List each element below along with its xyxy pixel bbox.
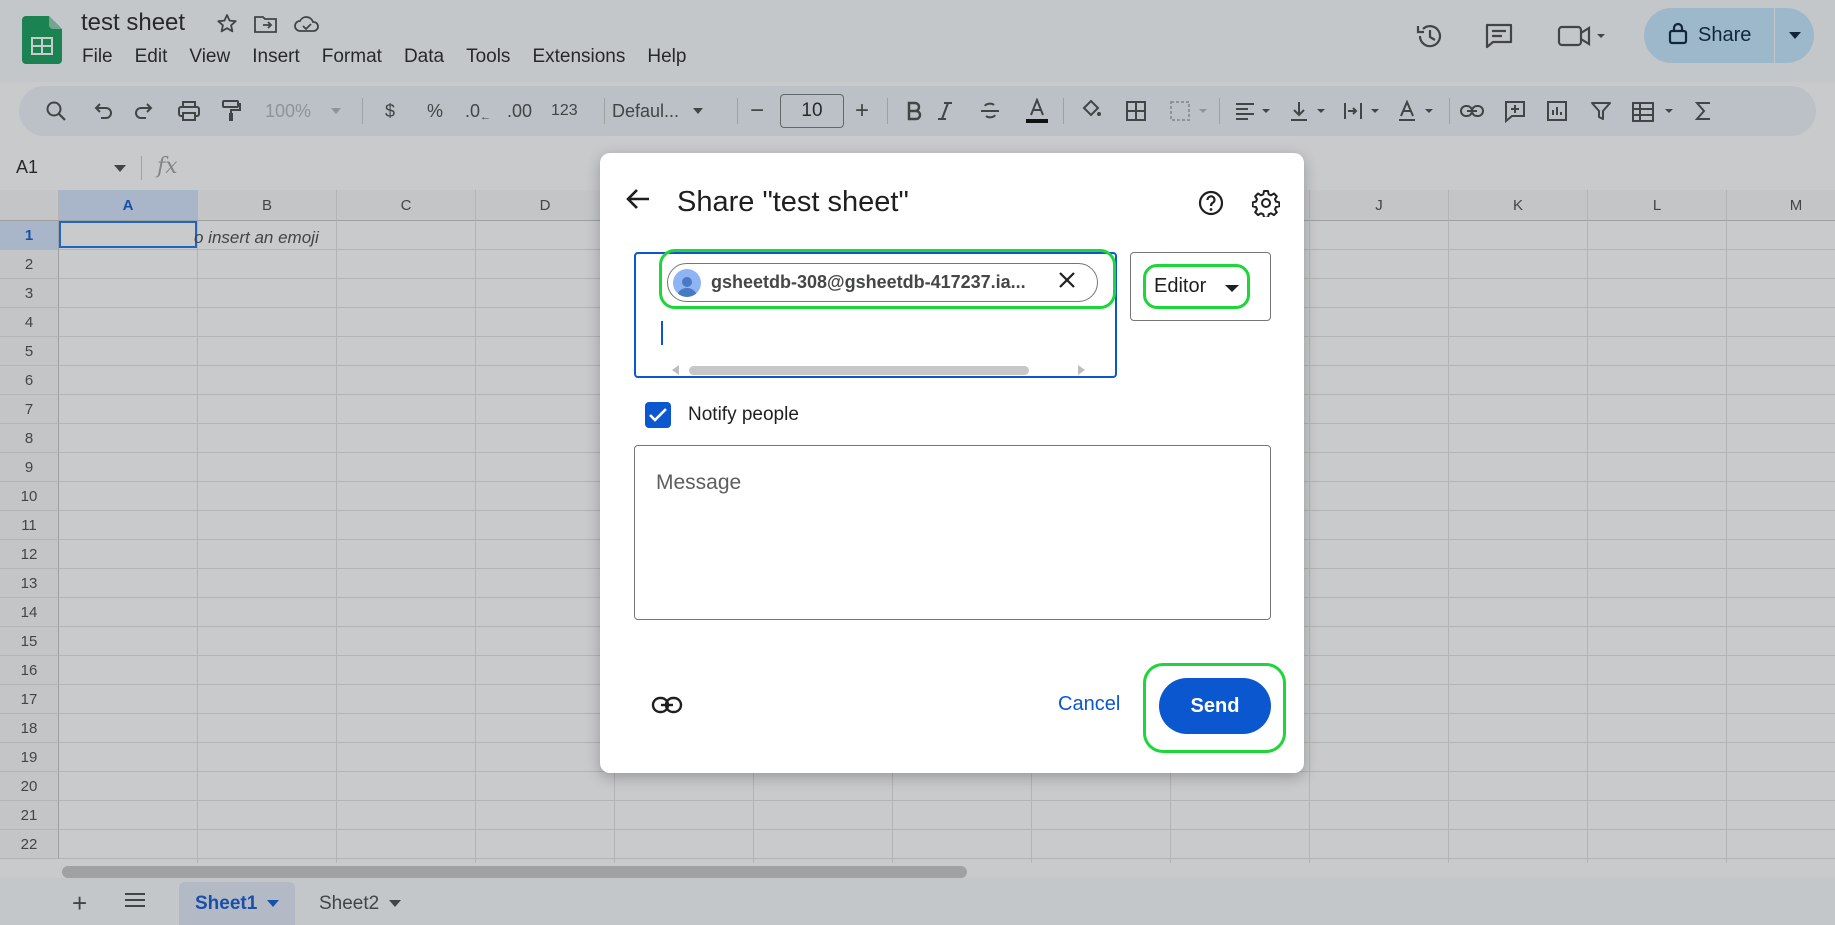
- help-icon[interactable]: [1197, 189, 1225, 222]
- copy-link-icon[interactable]: [651, 694, 683, 721]
- notify-people-checkbox[interactable]: [645, 402, 671, 428]
- cancel-button[interactable]: Cancel: [1058, 693, 1120, 716]
- recipient-highlight: [659, 249, 1116, 309]
- settings-gear-icon[interactable]: [1251, 189, 1281, 222]
- scroll-left-arrow[interactable]: [672, 365, 679, 375]
- scroll-right-arrow[interactable]: [1078, 365, 1085, 375]
- role-highlight[interactable]: Editor: [1143, 264, 1250, 309]
- dialog-title: Share "test sheet": [677, 186, 909, 218]
- message-placeholder: Message: [656, 471, 742, 494]
- share-dialog: Share "test sheet" gsheetdb-308@gsheetdb…: [600, 153, 1304, 773]
- role-select[interactable]: Editor: [1130, 252, 1271, 321]
- chevron-down-icon: [1225, 285, 1239, 292]
- send-button[interactable]: Send: [1159, 678, 1271, 734]
- message-textarea[interactable]: Message: [634, 445, 1271, 620]
- text-caret: [661, 321, 663, 345]
- recipients-scrollbar[interactable]: [689, 366, 1029, 375]
- back-arrow-icon[interactable]: [624, 185, 652, 218]
- notify-people-label: Notify people: [688, 404, 799, 425]
- role-value: Editor: [1154, 275, 1207, 297]
